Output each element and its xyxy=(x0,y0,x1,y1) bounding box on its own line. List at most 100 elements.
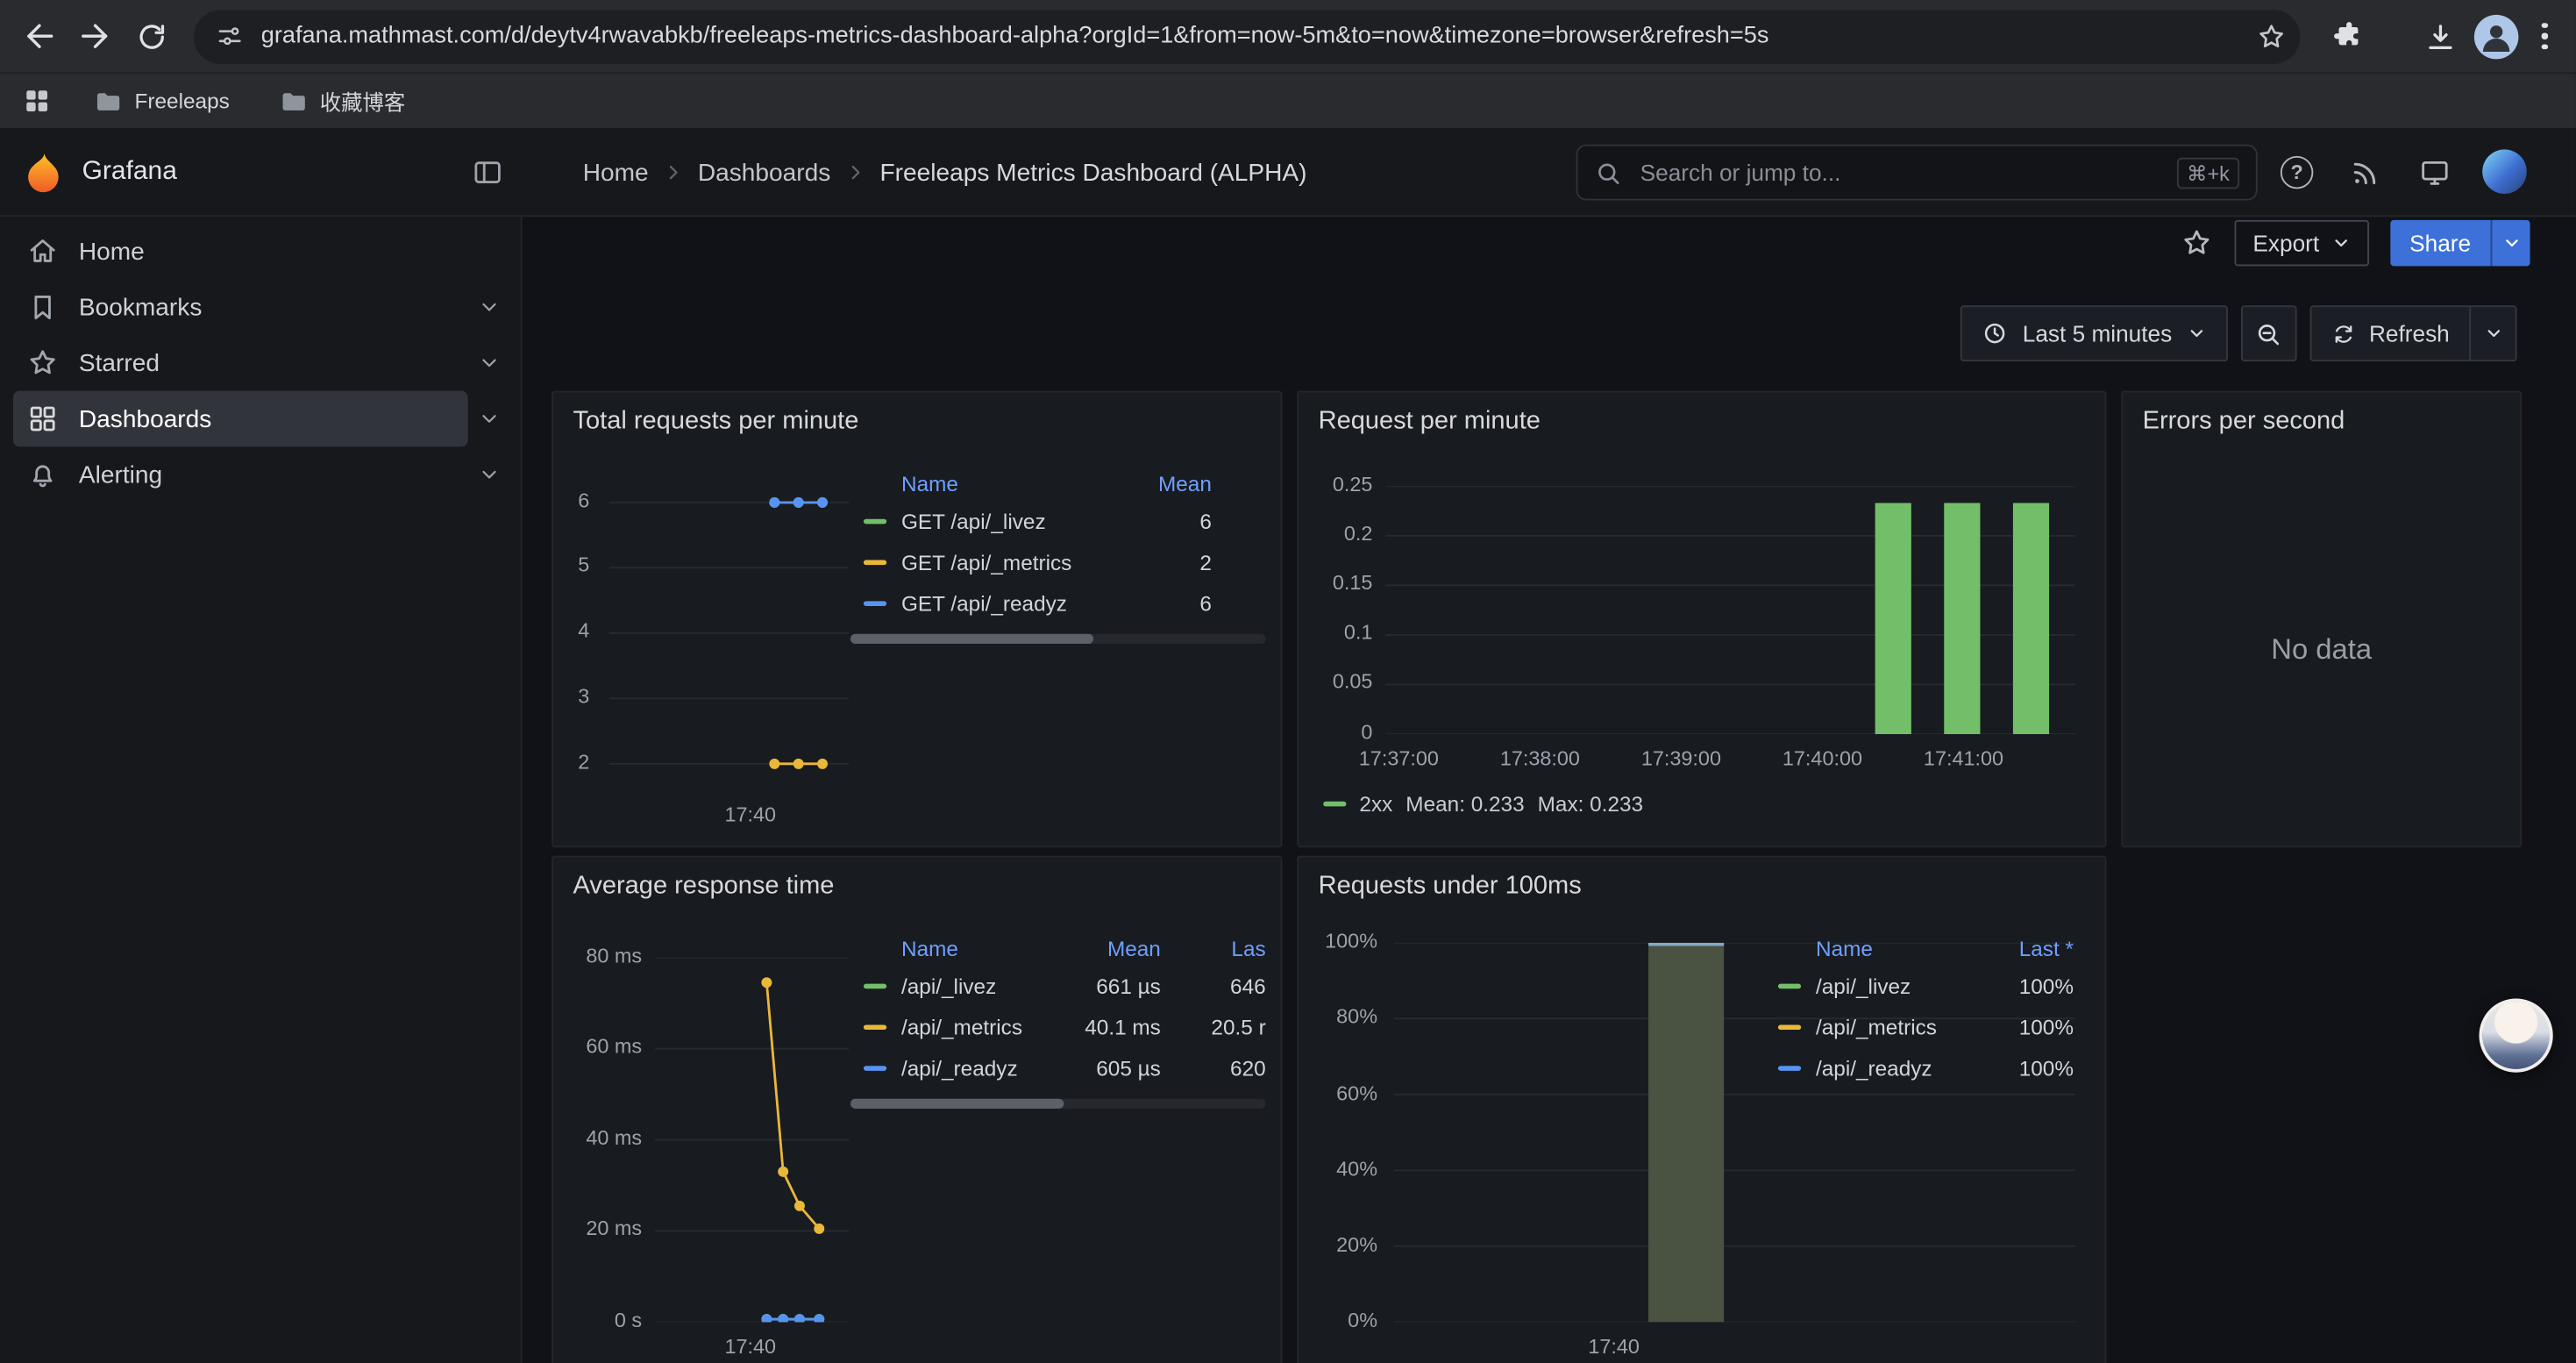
y-axis-tick: 60 ms xyxy=(553,1035,642,1058)
floating-assistant-avatar[interactable] xyxy=(2479,998,2552,1072)
apps-grid-icon xyxy=(20,85,52,117)
series-name[interactable]: /api/_readyz xyxy=(1816,1056,1982,1081)
rss-icon xyxy=(2350,158,2381,189)
y-axis-tick: 3 xyxy=(553,685,589,708)
breadcrumb-home[interactable]: Home xyxy=(583,159,649,187)
series-name[interactable]: /api/_metrics xyxy=(901,1015,1046,1039)
bookmark-folder-freeleaps[interactable]: Freeleaps xyxy=(83,80,239,123)
grafana-app: Grafana Home Dashboards Freeleaps Metric… xyxy=(0,128,2576,1363)
legend-col-name[interactable]: Name xyxy=(1816,935,1982,960)
bookmark-star-icon[interactable] xyxy=(2256,20,2288,52)
series-name[interactable]: 2xx xyxy=(1359,792,1392,817)
grafana-logo[interactable] xyxy=(21,149,67,195)
zoom-out-button[interactable] xyxy=(2241,305,2297,361)
legend-col-name[interactable]: Name xyxy=(901,470,1097,495)
time-series-chart[interactable] xyxy=(609,483,849,784)
legend-scrollbar[interactable] xyxy=(850,634,1266,644)
legend-row[interactable]: /api/_metrics 100% xyxy=(1768,1007,2090,1048)
display-button[interactable] xyxy=(2418,156,2451,189)
series-name[interactable]: GET /api/_readyz xyxy=(901,591,1097,616)
site-settings-icon[interactable] xyxy=(215,21,245,51)
favorite-dashboard-button[interactable] xyxy=(2181,226,2213,259)
refresh-button[interactable]: Refresh xyxy=(2310,305,2517,361)
browser-menu-button[interactable] xyxy=(2523,8,2566,64)
legend-row[interactable]: /api/_livez 100% xyxy=(1768,966,2090,1007)
sidebar-item-alerting[interactable]: Alerting xyxy=(13,446,510,503)
legend-row[interactable]: /api/_livez 661 µs 646 xyxy=(850,966,1266,1007)
chevron-down-icon[interactable] xyxy=(468,453,511,496)
time-range-picker[interactable]: Last 5 minutes xyxy=(1960,305,2228,361)
legend-scrollbar[interactable] xyxy=(850,1099,1266,1109)
legend-col-name[interactable]: Name xyxy=(901,935,1046,960)
downloads-button[interactable] xyxy=(2412,8,2468,64)
refresh-label: Refresh xyxy=(2369,320,2450,346)
legend-col-mean[interactable]: Mean xyxy=(1046,935,1161,960)
nav-sidebar: Home Bookmarks Starred xyxy=(0,217,522,1363)
panel-title[interactable]: Total requests per minute xyxy=(573,407,859,437)
clock-icon xyxy=(1982,320,2008,346)
time-series-chart[interactable] xyxy=(655,958,849,1323)
refresh-main[interactable]: Refresh xyxy=(2311,307,2469,360)
legend[interactable]: 2xx Mean: 0.233 Max: 0.233 xyxy=(1323,792,1643,817)
series-last: 100% xyxy=(1982,1015,2074,1039)
series-last: 646 xyxy=(1161,974,1266,998)
legend-scrollbar-thumb[interactable] xyxy=(850,1099,1064,1109)
news-button[interactable] xyxy=(2350,158,2381,189)
panel-title[interactable]: Request per minute xyxy=(1319,407,1541,437)
chevron-down-icon[interactable] xyxy=(468,341,511,384)
sidebar-item-starred[interactable]: Starred xyxy=(13,335,510,391)
series-name[interactable]: /api/_livez xyxy=(901,974,1046,998)
sidebar-toggle-button[interactable] xyxy=(471,156,503,189)
extensions-button[interactable] xyxy=(2320,8,2376,64)
chevron-down-icon[interactable] xyxy=(468,286,511,329)
bar-chart[interactable] xyxy=(1385,486,2074,734)
series-name[interactable]: GET /api/_metrics xyxy=(901,550,1097,574)
series-name[interactable]: /api/_livez xyxy=(1816,974,1982,998)
panel-title[interactable]: Errors per second xyxy=(2143,407,2345,437)
forward-button[interactable] xyxy=(68,8,124,64)
series-name[interactable]: /api/_metrics xyxy=(1816,1015,1982,1039)
sidebar-item-label: Dashboards xyxy=(79,405,211,433)
breadcrumb-dashboards[interactable]: Dashboards xyxy=(698,159,830,187)
share-label[interactable]: Share xyxy=(2390,220,2491,266)
series-name[interactable]: GET /api/_livez xyxy=(901,509,1097,533)
legend-col-mean[interactable]: Mean xyxy=(1097,470,1212,495)
profile-button[interactable] xyxy=(2467,8,2523,64)
refresh-interval-button[interactable] xyxy=(2469,307,2515,360)
apps-button[interactable] xyxy=(15,80,58,123)
export-label: Export xyxy=(2252,230,2319,256)
panel-title[interactable]: Average response time xyxy=(573,872,835,902)
panel-title[interactable]: Requests under 100ms xyxy=(1319,872,1582,902)
legend-col-last[interactable]: Last * xyxy=(1982,935,2074,960)
screen: grafana.mathmast.com/d/deytv4rwavabkb/fr… xyxy=(0,0,2576,1363)
legend-row[interactable]: GET /api/_metrics 2 xyxy=(850,542,1266,583)
sidebar-item-bookmarks[interactable]: Bookmarks xyxy=(13,279,510,335)
legend-row[interactable]: /api/_metrics 40.1 ms 20.5 r xyxy=(850,1007,1266,1048)
user-avatar[interactable] xyxy=(2482,149,2527,194)
legend-row[interactable]: GET /api/_livez 6 xyxy=(850,501,1266,542)
export-button[interactable]: Export xyxy=(2235,220,2369,266)
legend-row[interactable]: GET /api/_readyz 6 xyxy=(850,583,1266,624)
series-name[interactable]: /api/_readyz xyxy=(901,1056,1046,1081)
sidebar-item-home[interactable]: Home xyxy=(13,224,510,280)
bookmark-folder-blogs[interactable]: 收藏博客 xyxy=(269,80,416,123)
search-input[interactable] xyxy=(1637,158,2162,188)
chevron-down-icon xyxy=(2483,324,2502,343)
legend-scrollbar-thumb[interactable] xyxy=(850,634,1093,644)
sidebar-item-dashboards[interactable]: Dashboards xyxy=(13,391,510,447)
share-menu-button[interactable] xyxy=(2491,220,2530,266)
reload-button[interactable] xyxy=(123,8,179,64)
legend-col-last[interactable]: Las xyxy=(1161,935,1266,960)
y-axis-tick: 0.05 xyxy=(1299,670,1372,693)
chevron-down-icon[interactable] xyxy=(468,397,511,440)
legend-row[interactable]: /api/_readyz 605 µs 620 xyxy=(850,1048,1266,1089)
series-swatch xyxy=(864,1024,886,1030)
back-button[interactable] xyxy=(11,8,68,64)
series-swatch xyxy=(1778,984,1801,989)
series-mean: 605 µs xyxy=(1046,1056,1161,1081)
legend-row[interactable]: /api/_readyz 100% xyxy=(1768,1048,2090,1089)
help-button[interactable]: ? xyxy=(2281,156,2313,189)
search-box[interactable]: ⌘+k xyxy=(1576,145,2258,201)
share-button[interactable]: Share xyxy=(2390,220,2530,266)
url-bar[interactable]: grafana.mathmast.com/d/deytv4rwavabkb/fr… xyxy=(194,9,2300,63)
